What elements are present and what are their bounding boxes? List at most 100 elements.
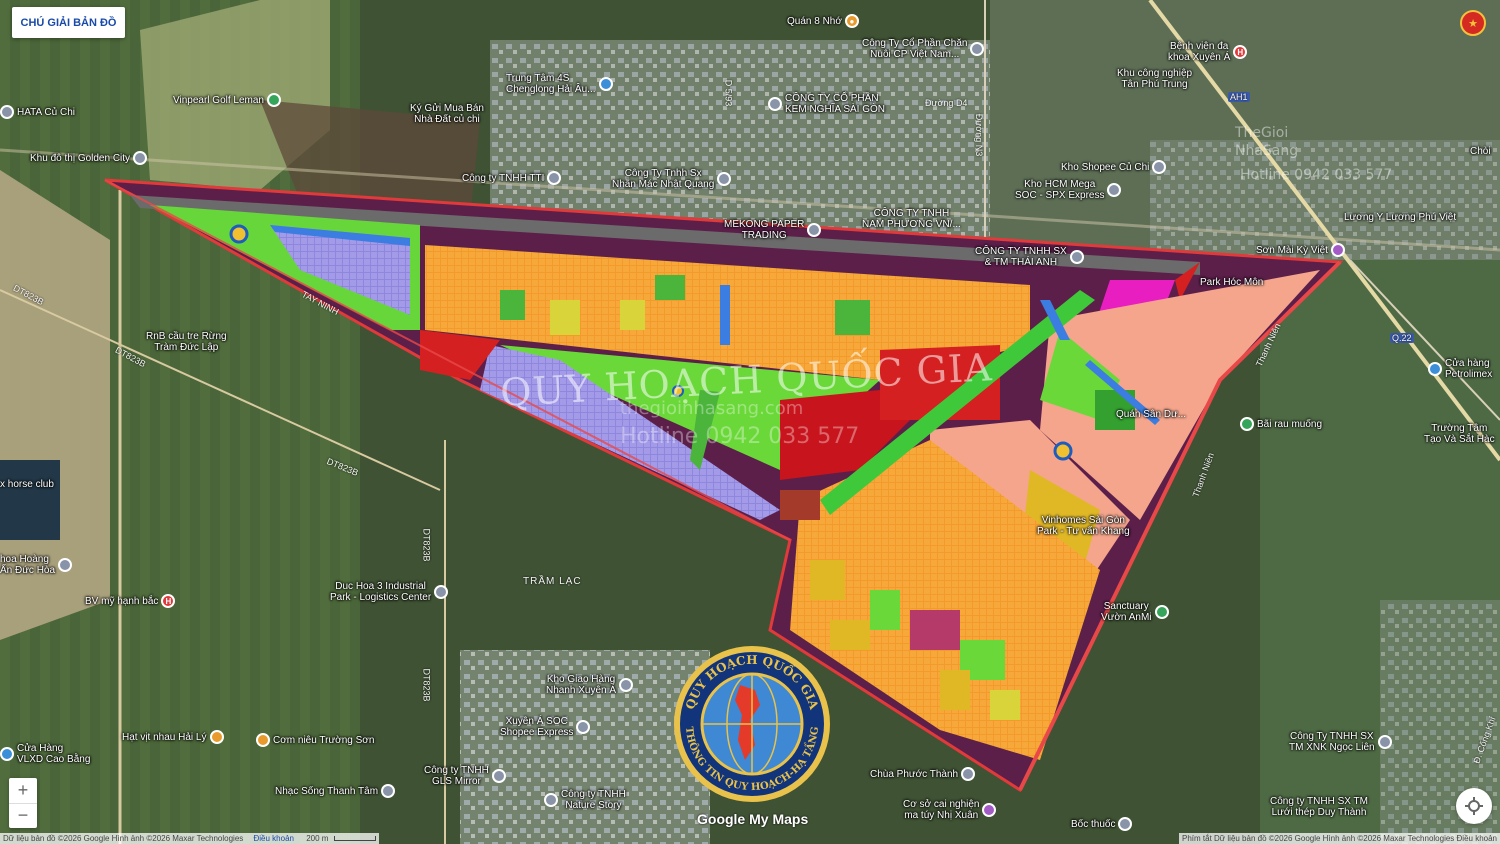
poi-co-so-cai-nghien[interactable]: Cơ sở cai nghiện ma túy Nhị Xuân — [903, 799, 997, 821]
poi-vinhomes[interactable]: Vinhomes Sài Gòn Park - Tư vấn Khang — [1037, 515, 1130, 537]
zone-brown — [780, 490, 820, 520]
plan-marker-2[interactable] — [1053, 441, 1073, 461]
poi-label-line1: Bệnh viện đa — [1169, 41, 1229, 52]
crosshair-icon — [1465, 797, 1483, 815]
shop-icon — [0, 747, 14, 761]
poi-chua-phuoc-thanh[interactable]: Chùa Phước Thành — [870, 767, 976, 781]
building-icon — [434, 585, 449, 599]
poi-label: HATA Củ Chi — [17, 106, 75, 118]
poi-label-line2: TM XNK Ngọc Liên — [1289, 742, 1375, 753]
poi-quan-san[interactable]: Quán Sân Dư... — [1116, 409, 1186, 420]
poi-label-line1: RnB cầu tre Rừng — [146, 331, 227, 342]
poi-quan-8-nho[interactable]: Quán 8 Nhớ ● — [787, 14, 859, 28]
poi-label-line1: CÔNG TY TNHH — [873, 208, 950, 219]
svg-text:QUY HOẠCH QUỐC GIA: QUY HOẠCH QUỐC GIA — [683, 653, 821, 712]
poi-kho-hcm[interactable]: Kho HCM Mega SOC - SPX Express — [1015, 179, 1122, 201]
poi-mekong-paper[interactable]: MEKONG PAPER TRADING — [724, 219, 822, 241]
poi-kem-nghia[interactable]: CÔNG TY CỔ PHẦN KEM NGHĨA SÀI GÒN — [768, 93, 885, 115]
zone-yellow-4 — [830, 620, 870, 650]
poi-bv-my-hanh[interactable]: BV mỹ hạnh bắc H — [85, 594, 176, 608]
poi-ky-gui[interactable]: Ký Gửi Mua Bán Nhà Đất củ chi — [410, 103, 484, 125]
poi-nam-phuong[interactable]: CÔNG TY TNHH NAM PHƯƠNG VN/... — [862, 208, 961, 230]
poi-boc-thuoc[interactable]: Bốc thuốc — [1071, 817, 1133, 831]
zoom-control: + − — [9, 778, 37, 828]
poi-com-nieu[interactable]: Cơm niêu Trường Sơn — [256, 733, 374, 747]
poi-hata[interactable]: HATA Củ Chi — [0, 105, 75, 119]
poi-son-mai[interactable]: Sơn Mài Kỳ Việt — [1256, 243, 1345, 257]
building-icon — [133, 151, 148, 165]
poi-label-line1: Ký Gửi Mua Bán — [410, 103, 484, 114]
poi-nature-story[interactable]: Công ty TNHH Nature Story — [544, 789, 626, 811]
golf-icon — [266, 93, 281, 107]
car-icon — [598, 77, 613, 91]
poi-vlxd-cao-bang[interactable]: Cửa Hàng VLXD Cao Bằng — [0, 743, 90, 765]
road-label-q22: Q.22 — [1390, 333, 1414, 343]
poi-vinpearl-golf[interactable]: Vinpearl Golf Leman — [173, 93, 281, 107]
poi-cp-chan-nuoi[interactable]: Công Ty Cổ Phần Chăn Nuôi CP Việt Nam... — [862, 38, 985, 60]
poi-label-line1: MEKONG PAPER — [724, 219, 805, 230]
attribution-text: Dữ liệu bản đồ ©2026 Google Hình ảnh ©20… — [3, 834, 244, 843]
poi-trung-tam-4s[interactable]: Trung Tâm 4S Chenglong Hải Âu... — [506, 73, 613, 95]
poi-label: Chùa Phước Thành — [870, 768, 959, 780]
poi-label: Bốc thuốc — [1071, 818, 1116, 830]
hospital-icon: H — [161, 594, 176, 608]
building-icon — [491, 769, 506, 783]
poi-gls-mirror[interactable]: Công ty TNHH GLS Mirror — [424, 765, 506, 787]
poi-hat-vit[interactable]: Hạt vịt nhau Hải Lý — [122, 730, 224, 744]
poi-nhac-song[interactable]: Nhạc Sống Thanh Tâm — [275, 784, 396, 798]
poi-label-line1: Công Ty TNHH SX — [1290, 731, 1374, 742]
shop-icon — [1330, 243, 1345, 257]
poi-label-line1: Công Ty Cổ Phần Chăn — [862, 38, 968, 49]
poi-label-line2: VLXD Cao Bằng — [17, 754, 91, 765]
poi-label-line1: Sanctuary — [1103, 601, 1149, 612]
scale-label: 200 m — [306, 834, 329, 843]
plan-marker-1[interactable] — [229, 224, 249, 244]
poi-cua-hang-petrolimex[interactable]: Cửa hàng Petrolimex — [1428, 358, 1492, 380]
zone-yellow-1 — [810, 560, 845, 600]
poi-tti[interactable]: Công ty TNHH TTI — [462, 171, 562, 185]
poi-duy-thanh[interactable]: Công ty TNHH SX TM Lưới thép Duy Thành — [1270, 796, 1368, 818]
poi-park-hoc-mon[interactable]: Park Hóc Môn — [1200, 277, 1263, 288]
poi-bai-rau[interactable]: Bãi rau muống — [1240, 417, 1322, 431]
poi-choi[interactable]: Chòi — [1470, 146, 1491, 157]
poi-tram-tang[interactable]: Trường Tâm Tạo Và Sắt Hàc — [1424, 423, 1495, 445]
poi-label-line2: GLS Mirror — [431, 776, 481, 787]
zone-mixed-1 — [910, 610, 960, 650]
poi-label-line2: Petrolimex — [1445, 369, 1493, 380]
poi-ngoc-lien[interactable]: Công Ty TNHH SX TM XNK Ngọc Liên — [1289, 731, 1392, 753]
poi-label-line1: Xuyên Á SOC — [505, 716, 568, 727]
poi-kcn-tan-phu[interactable]: Khu công nghiệp Tân Phú Trung — [1117, 68, 1192, 90]
poi-benh-vien[interactable]: Bệnh viện đa khoa Xuyên ÁH — [1168, 41, 1248, 63]
poi-thai-anh[interactable]: CÔNG TY TNHH SX & TM THÁI ANH — [975, 246, 1084, 268]
poi-label-line2: Park - Tư vấn Khang — [1037, 526, 1130, 537]
map-legend-button[interactable]: CHÚ GIẢI BẢN ĐỒ — [12, 7, 125, 38]
zoom-in-button[interactable]: + — [9, 778, 37, 804]
poi-label-line2: Tràm Đức Lập — [154, 342, 219, 353]
locate-button[interactable] — [1456, 788, 1492, 824]
poi-luong-y[interactable]: Lương Y Lương Phú Việt — [1344, 212, 1456, 223]
poi-duc-hoa-3[interactable]: Duc Hoa 3 Industrial Park - Logistics Cen… — [330, 581, 449, 603]
poi-xuyen-a-soc[interactable]: Xuyên Á SOC Shopee Express — [500, 716, 591, 738]
poi-nhan-mac[interactable]: Công Ty Tnhh Sx Nhãn Mác Nhật Quang — [612, 168, 732, 190]
school-1 — [550, 300, 580, 335]
poi-rnb[interactable]: RnB cầu tre Rừng Tràm Đức Lập — [146, 331, 227, 353]
building-icon — [1377, 735, 1392, 749]
poi-hoa-hoang[interactable]: hoa Hoàng Ấn Đức Hòa — [0, 554, 73, 576]
lake — [0, 460, 60, 540]
poi-label-line2: SOC - SPX Express — [1015, 190, 1105, 201]
poi-horse-club[interactable]: x horse club — [0, 479, 54, 490]
poi-label: Cơm niêu Trường Sơn — [273, 734, 375, 746]
zoom-out-button[interactable]: − — [9, 804, 37, 829]
seal-top-text: QUY HOẠCH QUỐC GIA — [683, 653, 821, 712]
poi-label: Hạt vịt nhau Hải Lý — [122, 731, 207, 743]
star-logo-icon[interactable]: ★ — [1460, 10, 1486, 36]
poi-sanctuary[interactable]: Sanctuary Vườn AnMi — [1101, 601, 1169, 623]
attribution-right: Phím tắt Dữ liệu bản đồ ©2026 Google Hìn… — [1179, 833, 1500, 844]
poi-label-line2: Tạo Và Sắt Hàc — [1424, 434, 1495, 445]
poi-golden-city[interactable]: Khu đô thị Golden City — [30, 151, 148, 165]
poi-kho-giao-hang[interactable]: Kho Giao Hàng Nhanh Xuyên Á — [546, 674, 634, 696]
school-2 — [620, 300, 645, 330]
terms-link[interactable]: Điều khoản — [254, 834, 294, 843]
park-icon — [1154, 605, 1169, 619]
poi-shopee-cu-chi[interactable]: Kho Shopee Củ Chi — [1061, 160, 1167, 174]
